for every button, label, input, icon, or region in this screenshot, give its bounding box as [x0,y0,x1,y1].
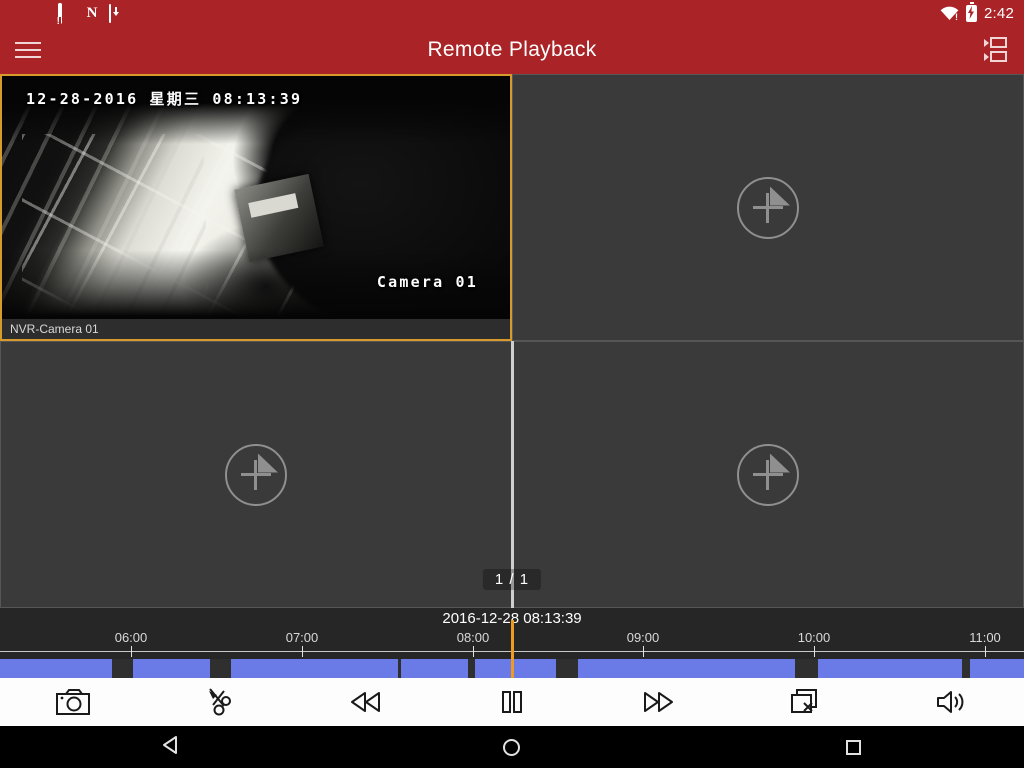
timeline-tick-label: 09:00 [626,630,660,645]
screenshot-icon [58,2,75,24]
add-window-icon[interactable] [737,443,799,506]
channel-window-icon [990,37,1007,48]
scissors-icon [204,687,234,717]
fast-forward-button[interactable] [585,678,731,726]
cell-empty-2[interactable] [512,74,1024,341]
timeline-tick-label: 06:00 [114,630,148,645]
download-icon [109,3,126,23]
home-circle-icon [503,738,521,756]
timeline-tick-mark [131,646,132,657]
timeline-record-segment[interactable] [231,659,398,679]
fast-forward-icon [640,690,676,714]
channel-arrow-icon [984,39,989,47]
timeline-record-segment[interactable] [0,659,112,679]
rewind-button[interactable] [293,678,439,726]
channel-list-button[interactable] [984,36,1014,64]
timeline-record-segment[interactable] [578,659,795,679]
status-bar-left-icons: N [6,2,126,24]
app-root: N ! 2:42 Remote Playback [0,0,1024,768]
camera-icon [56,688,91,716]
video-grid: 12-28-2016 星期三 08:13:39 Camera 01 NVR-Ca… [0,74,1024,608]
timeline-tick-mark [473,646,474,657]
osd-camera-name: Camera 01 [376,273,478,291]
timeline-record-segment[interactable] [401,659,468,679]
pause-button[interactable] [439,678,585,726]
timeline-tick-mark [643,646,644,657]
android-nav-bar [0,726,1024,768]
app-square-icon [6,5,23,22]
page-indicator: 1 / 1 [482,569,542,590]
recents-square-icon [845,739,861,755]
pause-icon [499,689,525,715]
add-window-plus-h [241,472,271,476]
title-bar: Remote Playback [0,26,1024,74]
page-title: Remote Playback [427,38,597,61]
rewind-icon [348,690,384,714]
close-window-icon [790,688,820,716]
app-circle-slash-icon [32,5,49,22]
svg-text:!: ! [955,12,958,21]
timeline-tick-mark [985,646,986,657]
timeline-tick-mark [814,646,815,657]
audio-button[interactable] [878,678,1024,726]
timeline-tick-label: 10:00 [797,630,831,645]
channel-label: NVR-Camera 01 [2,319,510,339]
add-window-plus-h [753,472,783,476]
app-n-icon: N [86,4,98,21]
add-window-plus-h [753,205,783,209]
timeline-tick-mark [302,646,303,657]
timeline[interactable]: 2016-12-28 08:13:39 06:00 07:00 08:00 09:00… [0,608,1024,679]
video-frame [2,76,510,339]
status-bar-clock: 2:42 [984,4,1014,22]
grid-split-divider [511,341,514,608]
nav-home-button[interactable] [452,726,572,768]
cell-empty-3[interactable] [0,341,512,608]
timeline-record-segment[interactable] [970,659,1024,679]
timeline-playhead[interactable] [511,620,514,678]
clip-button[interactable] [146,678,292,726]
timeline-tick-label: 07:00 [285,630,319,645]
nav-recents-button[interactable] [793,726,913,768]
cell-empty-4[interactable] [512,341,1024,608]
timeline-record-segment[interactable] [475,659,512,679]
channel-window-icon [990,51,1007,62]
wifi-warning-icon: ! [940,6,959,22]
speaker-icon [935,689,967,715]
add-window-icon[interactable] [225,443,287,506]
status-bar-right-icons: ! 2:42 [940,1,1016,22]
nav-back-button[interactable] [111,726,231,768]
timeline-record-segment[interactable] [514,659,556,679]
status-bar: N ! 2:42 [0,0,1024,26]
timeline-tick-label: 08:00 [456,630,490,645]
timeline-tick-label: 11:00 [969,630,1001,645]
add-window-icon[interactable] [737,176,799,239]
battery-charging-icon [966,1,977,22]
cell-camera-01[interactable]: 12-28-2016 星期三 08:13:39 Camera 01 NVR-Ca… [0,74,512,341]
channel-arrow-icon [984,53,989,61]
playback-toolbar [0,678,1024,726]
timeline-record-segment[interactable] [133,659,210,679]
back-triangle-icon [161,735,181,760]
video-top-shadow [2,76,510,145]
timeline-record-segment[interactable] [818,659,962,679]
close-all-button[interactable] [731,678,877,726]
snapshot-button[interactable] [0,678,146,726]
osd-timestamp: 12-28-2016 星期三 08:13:39 [26,90,303,108]
